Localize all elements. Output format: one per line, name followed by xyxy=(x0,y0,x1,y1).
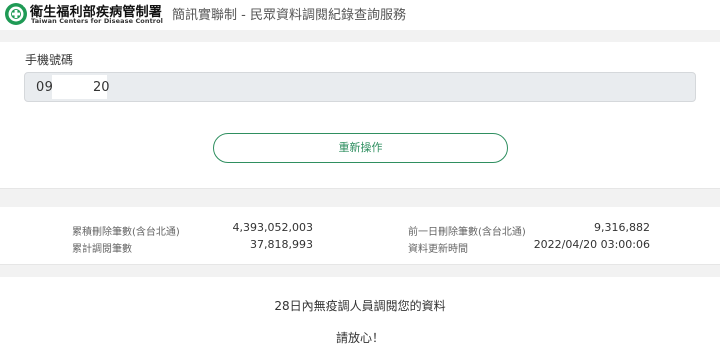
total-deleted-label: 累積刪除筆數(含台北通) xyxy=(72,227,180,238)
phone-suffix: 20 xyxy=(93,80,110,95)
updated-time-value: 2022/04/20 03:00:06 xyxy=(533,238,650,251)
total-accessed-label: 累計調閱筆數 xyxy=(72,244,132,255)
page-title: 簡訊實聯制 - 民眾資料調閱紀錄查詢服務 xyxy=(172,8,406,23)
divider-band xyxy=(0,264,720,277)
prev-day-deleted-label: 前一日刪除筆數(含台北通) xyxy=(408,227,526,238)
site-header: 衛生福利部疾病管制署 Taiwan Centers for Disease Co… xyxy=(0,0,720,30)
logo-subtitle[interactable]: Taiwan Centers for Disease Control xyxy=(31,17,163,25)
reset-button[interactable]: 重新操作 xyxy=(213,133,508,163)
phone-input[interactable]: 09 20 xyxy=(24,72,696,102)
cdc-logo-icon[interactable] xyxy=(4,2,28,26)
total-accessed-value: 37,818,993 xyxy=(250,238,313,251)
total-deleted-value: 4,393,052,003 xyxy=(232,221,313,234)
reassure-message: 請放心！ xyxy=(335,331,384,345)
prev-day-deleted-value: 9,316,882 xyxy=(594,221,650,234)
updated-time-label: 資料更新時間 xyxy=(408,244,468,255)
phone-label: 手機號碼 xyxy=(25,53,74,67)
divider-band xyxy=(0,188,720,207)
divider-band xyxy=(0,30,720,42)
phone-prefix: 09 xyxy=(36,80,54,95)
result-message: 28日內無疫調人員調閱您的資料 xyxy=(274,299,446,313)
